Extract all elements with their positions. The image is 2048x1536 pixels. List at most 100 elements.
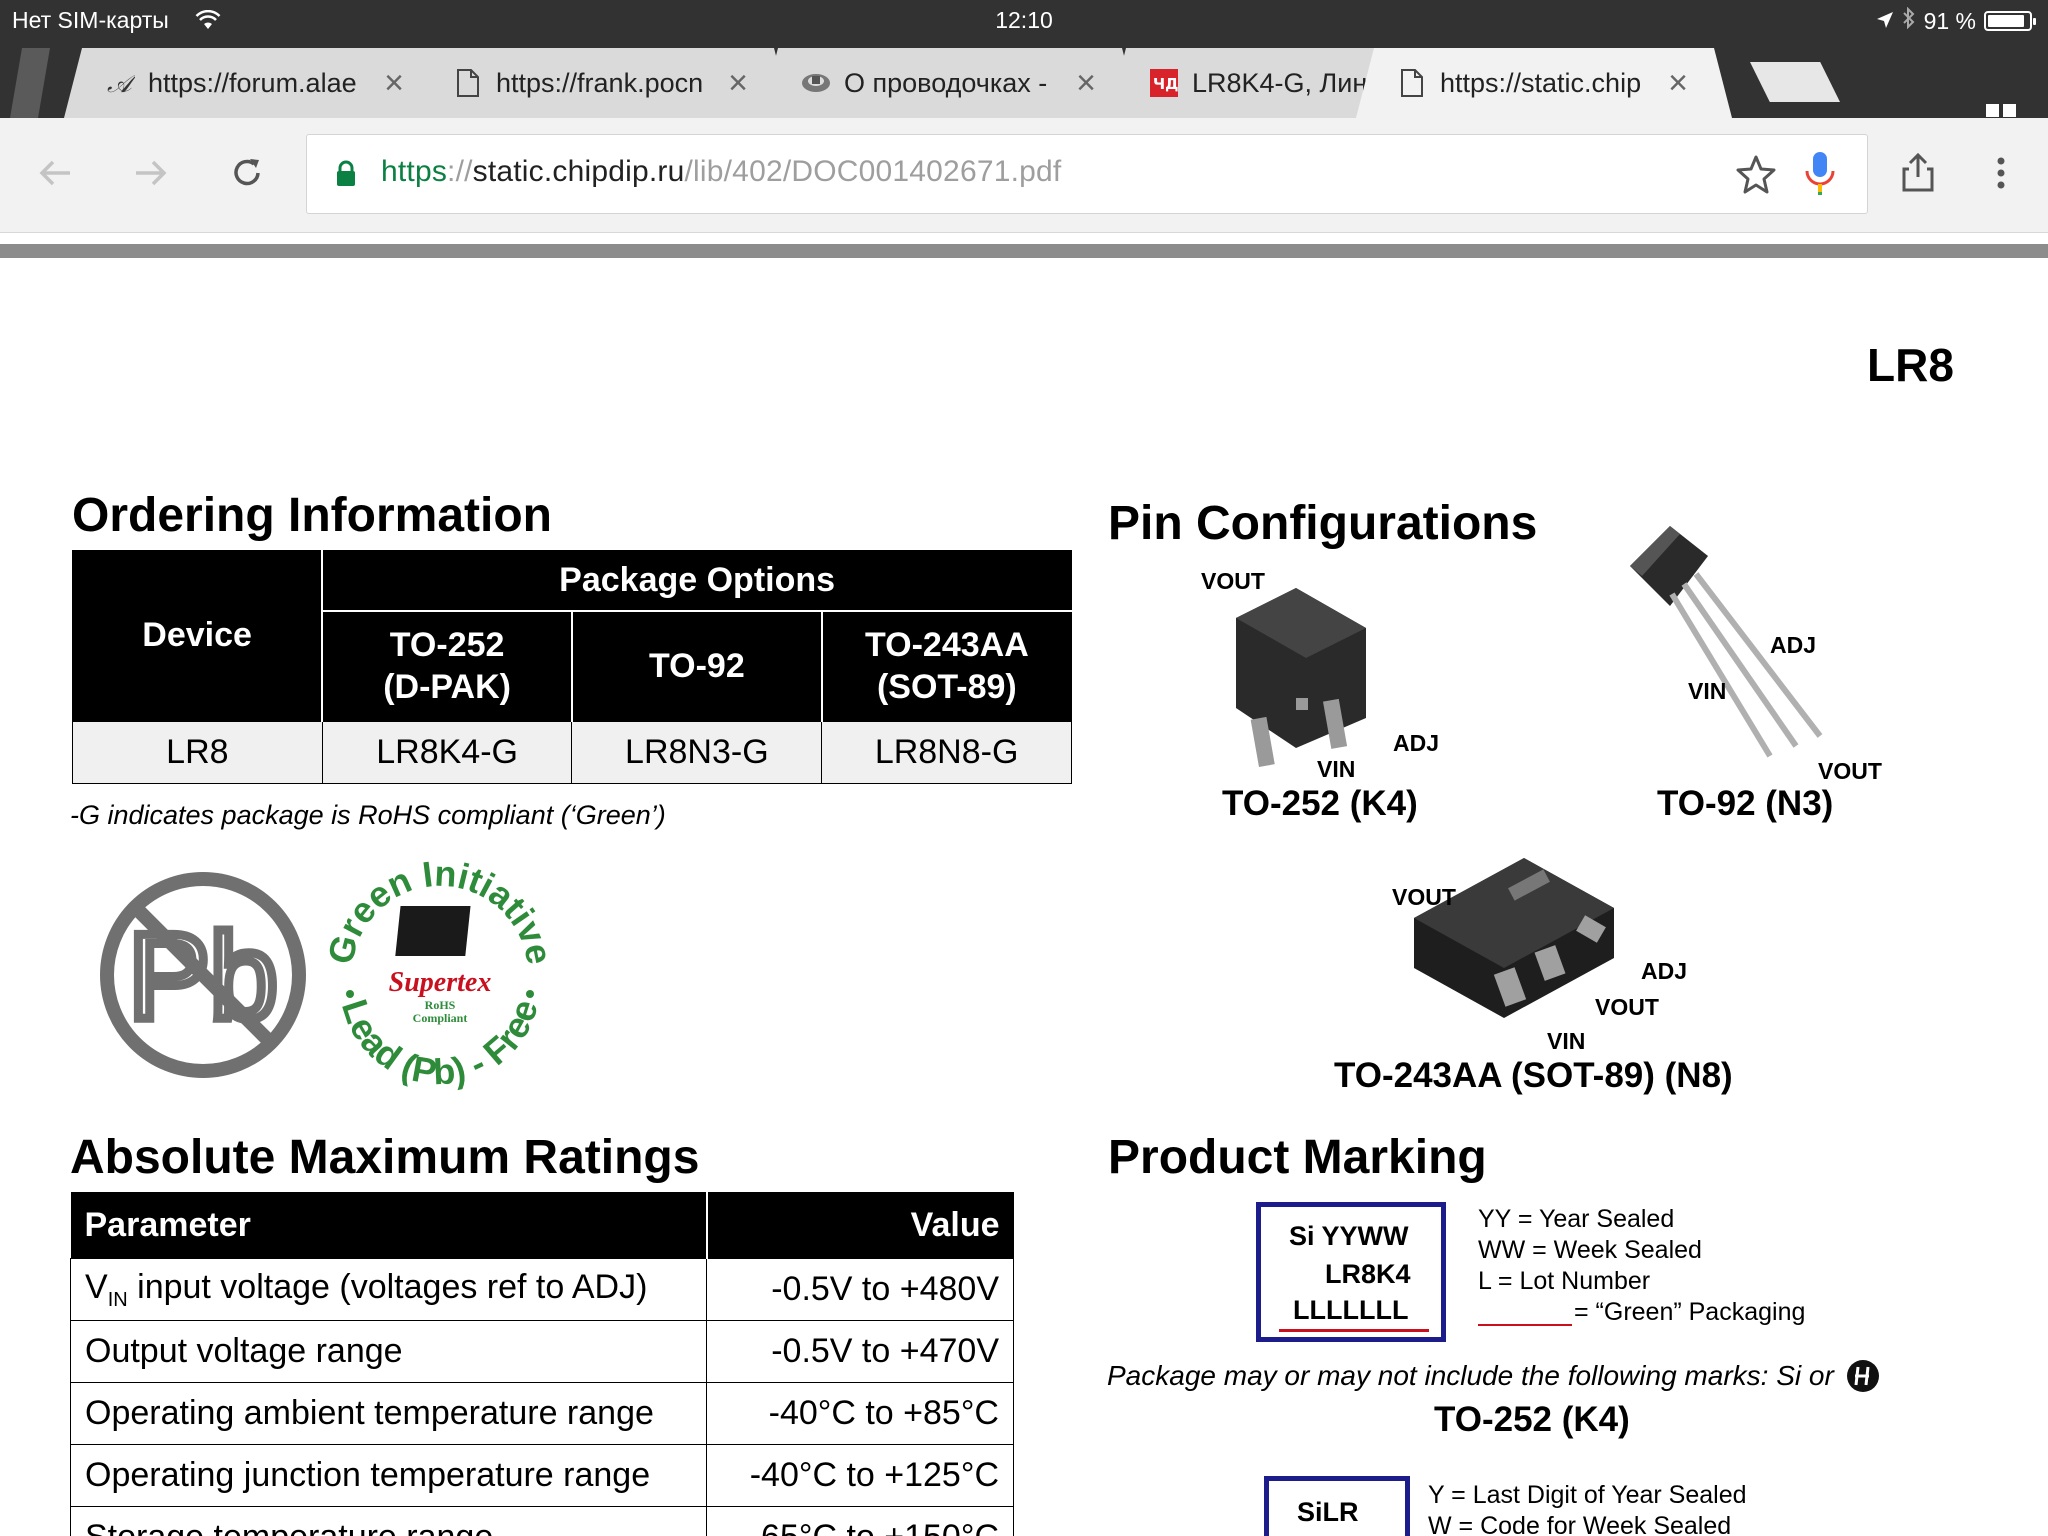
- url-host: static.chipdip.ru: [472, 155, 685, 188]
- page-icon: [452, 67, 484, 99]
- table-cell: -0.5V to +480V: [706, 1258, 1014, 1321]
- marking-box-k4: Si YYWW LR8K4 LLLLLLL: [1256, 1202, 1446, 1342]
- legend-line: WW = Week Sealed: [1478, 1236, 1702, 1264]
- green-initiative-badge: Green Initiative Lead (Pb) - Free Supert…: [322, 854, 558, 1092]
- ordering-heading: Ordering Information: [72, 489, 552, 542]
- marking-line: SiLR: [1297, 1497, 1359, 1527]
- url-path: /lib/402/DOC001402671.pdf: [684, 155, 1062, 188]
- to92-name: TO-92 (N3): [1657, 784, 1834, 823]
- device-header: Device: [72, 550, 324, 722]
- table-row: Operating junction temperature range -40…: [70, 1444, 1014, 1507]
- to92-pin-adj: ADJ: [1770, 632, 1817, 658]
- table-cell: Output voltage range: [70, 1320, 707, 1383]
- package-label: TO-92: [648, 647, 745, 686]
- pdf-top-bar: [0, 244, 2048, 258]
- legend-text: = “Green” Packaging: [1574, 1298, 1806, 1326]
- to92-pin-vout: VOUT: [1818, 758, 1882, 784]
- sot89-pin-adj: ADJ: [1641, 958, 1688, 984]
- parameter-header: Parameter: [70, 1192, 708, 1259]
- share-button[interactable]: [1893, 148, 1943, 198]
- table-cell: LR8K4-G: [321, 720, 573, 785]
- amr-heading: Absolute Maximum Ratings: [70, 1131, 700, 1184]
- supertex-logo-icon: [1846, 1359, 1880, 1400]
- table-cell: Operating junction temperature range: [70, 1444, 707, 1507]
- status-bar: Нет SIM-карты 12:10 91 %: [0, 0, 2048, 40]
- sot89-pin-vout-top: VOUT: [1392, 884, 1456, 910]
- table-row: Output voltage range -0.5V to +470V: [70, 1320, 1014, 1383]
- no-lead-badge: Pb: [100, 872, 306, 1078]
- table-row: LR8 LR8K4-G LR8N3-G LR8N8-G: [72, 720, 1072, 785]
- close-icon[interactable]: ×: [384, 66, 404, 100]
- close-icon[interactable]: ×: [1076, 66, 1096, 100]
- svg-text:𝒜: 𝒜: [107, 69, 135, 98]
- package-note-text: Package may or may not include the follo…: [1107, 1360, 1834, 1391]
- script-a-icon: 𝒜: [104, 67, 136, 99]
- tab-title: https://forum.alae: [148, 67, 357, 98]
- package-label: TO-252 (D-PAK): [383, 626, 511, 707]
- page-icon: [1396, 67, 1428, 99]
- doc-title: LR8: [1867, 339, 1954, 391]
- param-prefix: V: [85, 1267, 108, 1306]
- close-icon[interactable]: ×: [728, 66, 748, 100]
- legend-line: Y = Last Digit of Year Sealed: [1428, 1481, 1747, 1509]
- menu-button[interactable]: [1976, 148, 2026, 198]
- green-underline: [1279, 1329, 1429, 1332]
- share-icon: [1902, 153, 1934, 192]
- table-row: Operating ambient temperature range -40°…: [70, 1382, 1014, 1445]
- table-row: Storage temperature range -65°C to +150°…: [70, 1506, 1014, 1536]
- tab-5[interactable]: https://static.chip ×: [1356, 48, 1732, 118]
- to252-image: [1236, 588, 1366, 767]
- to252-pin-adj: ADJ: [1393, 730, 1440, 756]
- tab-1[interactable]: 𝒜 https://forum.alae ×: [64, 48, 448, 118]
- lock-icon: [335, 160, 357, 193]
- microphone-icon[interactable]: [1802, 149, 1838, 202]
- to252-pin-vout: VOUT: [1201, 568, 1265, 594]
- table-cell: -65°C to +150°C: [706, 1506, 1014, 1536]
- tab-2[interactable]: https://frank.pocn ×: [412, 48, 792, 118]
- forward-arrow-icon: [136, 160, 167, 186]
- table-cell: LR8: [72, 720, 323, 785]
- marking-legend-2: Y = Last Digit of Year Sealed W = Code f…: [1428, 1480, 1747, 1536]
- legend-line: YY = Year Sealed: [1478, 1205, 1675, 1233]
- tab-3[interactable]: О проводочках - ×: [760, 48, 1140, 118]
- tab-title: О проводочках -: [844, 67, 1048, 98]
- compliant-text: Compliant: [413, 1011, 468, 1025]
- tab-strip: 𝒜 https://forum.alae × https://frank.poc…: [0, 40, 2048, 134]
- legend-line: L = Lot Number: [1478, 1267, 1651, 1295]
- pin-config-heading: Pin Configurations: [1108, 497, 1538, 550]
- legend-line: W = Code for Week Sealed: [1428, 1512, 1732, 1536]
- tab-title: https://static.chip: [1440, 67, 1642, 98]
- to252-name: TO-252 (K4): [1222, 784, 1418, 823]
- new-tab-button[interactable]: [1750, 62, 1840, 102]
- address-bar[interactable]: https://static.chipdip.ru/lib/402/DOC001…: [306, 134, 1868, 214]
- forum-logo-icon: [800, 67, 832, 99]
- marking-line: LR8K4: [1325, 1259, 1411, 1289]
- status-right: 91 %: [1876, 6, 2036, 35]
- back-arrow-icon: [39, 160, 70, 186]
- reload-button[interactable]: [222, 148, 272, 198]
- url-scheme: https: [381, 155, 448, 188]
- battery-icon: [1984, 11, 2036, 31]
- url-separator: ://: [447, 155, 473, 188]
- tab-title: LR8K4-G, Лин: [1192, 67, 1368, 98]
- tab-title: https://frank.pocn: [496, 67, 704, 98]
- package-header: TO-243AA (SOT-89): [820, 609, 1072, 722]
- package-label: TO-243AA (SOT-89): [864, 626, 1029, 707]
- rohs-text: RoHS: [425, 998, 456, 1012]
- tab-strip-edge: [10, 48, 50, 118]
- legend-line-green: = “Green” Packaging: [1478, 1297, 1805, 1328]
- value-header: Value: [706, 1192, 1014, 1259]
- bookmark-star-icon[interactable]: [1735, 153, 1777, 200]
- close-icon[interactable]: ×: [1668, 66, 1688, 100]
- url-text[interactable]: https://static.chipdip.ru/lib/402/DOC001…: [381, 155, 1061, 189]
- ordering-table: Device Package Options TO-252 (D-PAK) TO…: [72, 549, 1073, 785]
- table-cell: -40°C to +125°C: [706, 1444, 1014, 1507]
- table-cell: -0.5V to +470V: [706, 1320, 1014, 1383]
- back-button[interactable]: [30, 148, 80, 198]
- to252-pin-vin: VIN: [1317, 756, 1356, 782]
- sot89-pin-vout: VOUT: [1595, 994, 1659, 1020]
- param-subscript: IN: [107, 1288, 128, 1311]
- battery-percent: 91 %: [1923, 7, 1976, 34]
- package-note: Package may or may not include the follo…: [1107, 1359, 1880, 1400]
- forward-button[interactable]: [126, 148, 176, 198]
